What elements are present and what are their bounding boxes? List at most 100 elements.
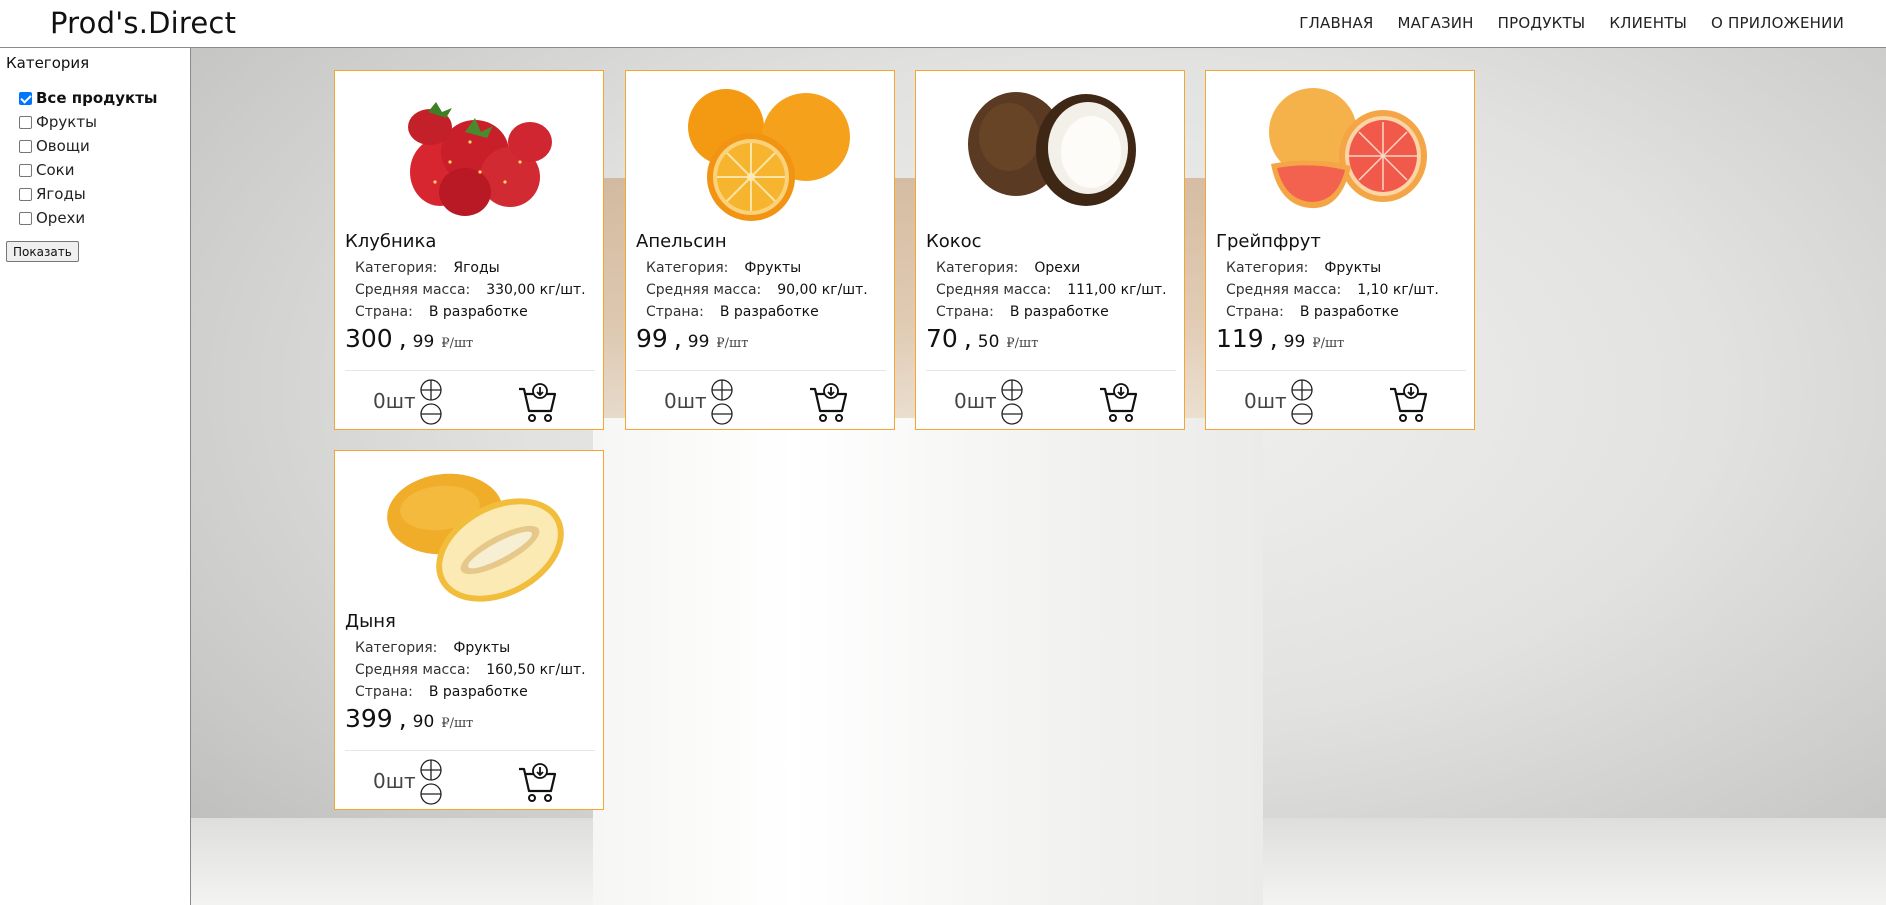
nav-about[interactable]: О ПРИЛОЖЕНИИ [1711,14,1844,32]
nav-clients[interactable]: КЛИЕНТЫ [1609,14,1687,32]
mass-value: 1,10 кг/шт. [1357,282,1439,298]
filter-label: Овощи [36,137,90,155]
main-nav: ГЛАВНАЯ МАГАЗИН ПРОДУКТЫ КЛИЕНТЫ О ПРИЛО… [1275,14,1844,32]
product-price: 119, 99 ₽/шт [1216,324,1345,353]
country-label: Страна: [1226,304,1284,320]
quantity-value: 0 [1244,389,1257,413]
mass-label: Средняя масса: [355,662,471,678]
country-label: Страна: [355,684,413,700]
product-name: Апельсин [636,231,727,252]
price-fraction: 99 [412,332,435,352]
minus-circle-icon[interactable] [420,783,442,805]
mass-label: Средняя масса: [355,282,471,298]
plus-circle-icon[interactable] [1291,379,1313,401]
product-info: Категория: Орехи Средняя масса: 111,00 кг/… [936,257,1167,323]
quantity-display: 0шт [954,389,997,413]
checkbox-juices[interactable] [19,163,32,177]
category-value: Фрукты [453,640,511,656]
background-box [593,418,1263,905]
card-divider [636,370,886,371]
filter-label: Соки [36,161,75,179]
minus-circle-icon[interactable] [711,403,733,425]
product-info: Категория: Фрукты Средняя масса: 160,50 кг… [355,637,586,703]
add-to-cart-icon[interactable] [517,761,557,803]
quantity-unit: шт [385,389,416,413]
product-price: 70, 50 ₽/шт [926,324,1039,353]
price-integer: 399 [345,704,393,733]
grapefruit-image [1216,77,1466,227]
show-button[interactable]: Показать [6,241,79,262]
filter-nuts[interactable]: Орехи [19,206,157,230]
category-label: Категория: [355,260,438,276]
mass-value: 330,00 кг/шт. [486,282,586,298]
quantity-stepper [1001,379,1023,425]
mass-value: 90,00 кг/шт. [777,282,868,298]
category-sidebar: Категория Все продукты Фрукты Овощи Соки… [0,48,191,905]
product-name: Дыня [345,611,396,632]
add-to-cart-icon[interactable] [517,381,557,423]
minus-circle-icon[interactable] [1001,403,1023,425]
category-value: Ягоды [453,260,500,276]
product-name: Клубника [345,231,437,252]
quantity-display: 0шт [373,389,416,413]
nav-home[interactable]: ГЛАВНАЯ [1299,14,1373,32]
site-logo[interactable]: Prod's.Direct [50,6,236,40]
filter-label: Фрукты [36,113,97,131]
checkbox-all[interactable] [19,91,32,105]
category-label: Категория: [936,260,1019,276]
filter-juices[interactable]: Соки [19,158,157,182]
price-fraction: 99 [1283,332,1306,352]
price-integer: 119 [1216,324,1264,353]
price-unit: ₽/шт [1006,336,1039,351]
price-integer: 70 [926,324,958,353]
filter-vegetables[interactable]: Овощи [19,134,157,158]
product-name: Кокос [926,231,982,252]
filter-label: Ягоды [36,185,86,203]
checkbox-nuts[interactable] [19,211,32,225]
add-to-cart-icon[interactable] [1388,381,1428,423]
checkbox-vegetables[interactable] [19,139,32,153]
product-card: Грейпфрут Категория: Фрукты Средняя масса… [1205,70,1475,430]
top-header: Prod's.Direct ГЛАВНАЯ МАГАЗИН ПРОДУКТЫ К… [0,0,1886,48]
quantity-display: 0шт [664,389,707,413]
plus-circle-icon[interactable] [420,379,442,401]
sidebar-title: Категория [6,54,90,72]
checkbox-fruits[interactable] [19,115,32,129]
quantity-value: 0 [664,389,677,413]
category-label: Категория: [355,640,438,656]
card-divider [345,750,595,751]
quantity-stepper [420,759,442,805]
country-label: Страна: [936,304,994,320]
add-to-cart-icon[interactable] [1098,381,1138,423]
country-label: Страна: [646,304,704,320]
product-card: Клубника Категория: Ягоды Средняя масса: 3… [334,70,604,430]
filter-berries[interactable]: Ягоды [19,182,157,206]
nav-products[interactable]: ПРОДУКТЫ [1498,14,1586,32]
country-value: В разработке [428,304,528,320]
quantity-value: 0 [373,389,386,413]
product-area: Клубника Категория: Ягоды Средняя масса: 3… [191,48,1886,905]
quantity-value: 0 [954,389,967,413]
price-fraction: 50 [977,332,1000,352]
quantity-stepper [420,379,442,425]
add-to-cart-icon[interactable] [808,381,848,423]
plus-circle-icon[interactable] [711,379,733,401]
mass-label: Средняя масса: [1226,282,1342,298]
mass-value: 160,50 кг/шт. [486,662,586,678]
product-info: Категория: Ягоды Средняя масса: 330,00 кг/… [355,257,586,323]
plus-circle-icon[interactable] [420,759,442,781]
quantity-unit: шт [385,769,416,793]
plus-circle-icon[interactable] [1001,379,1023,401]
quantity-display: 0шт [373,769,416,793]
quantity-stepper [711,379,733,425]
minus-circle-icon[interactable] [420,403,442,425]
melon-image [345,457,595,607]
filter-fruits[interactable]: Фрукты [19,110,157,134]
card-divider [345,370,595,371]
category-value: Фрукты [1324,260,1382,276]
card-divider [926,370,1176,371]
minus-circle-icon[interactable] [1291,403,1313,425]
nav-shop[interactable]: МАГАЗИН [1398,14,1474,32]
checkbox-berries[interactable] [19,187,32,201]
filter-all[interactable]: Все продукты [19,86,157,110]
